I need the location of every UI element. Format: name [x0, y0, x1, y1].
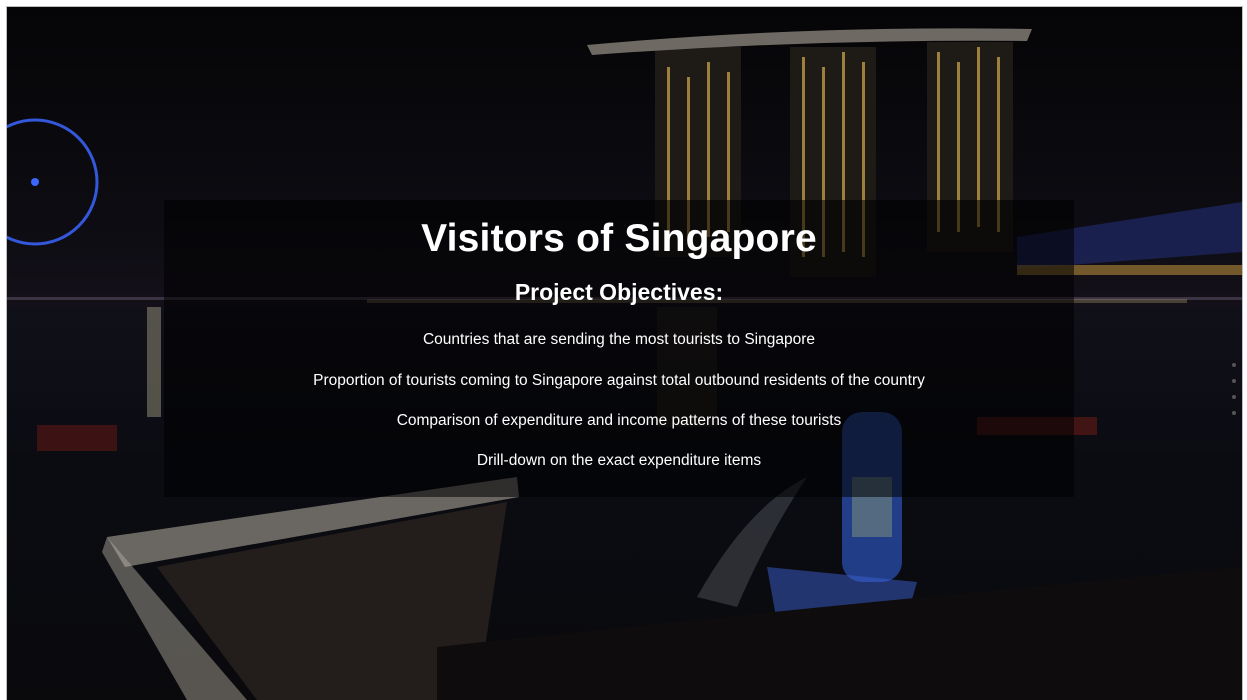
slide-pager: [1232, 363, 1236, 427]
objective-item: Proportion of tourists coming to Singapo…: [313, 372, 925, 389]
objective-item: Comparison of expenditure and income pat…: [396, 412, 842, 429]
pager-dot[interactable]: [1232, 363, 1236, 367]
pager-dot[interactable]: [1232, 379, 1236, 383]
objective-item: Drill-down on the exact expenditure item…: [476, 452, 762, 469]
pager-dot[interactable]: [1232, 395, 1236, 399]
objective-item: Countries that are sending the most tour…: [422, 331, 816, 348]
objectives-heading: Project Objectives:: [514, 279, 724, 305]
pager-dot[interactable]: [1232, 411, 1236, 415]
page-title: Visitors of Singapore: [421, 217, 817, 260]
